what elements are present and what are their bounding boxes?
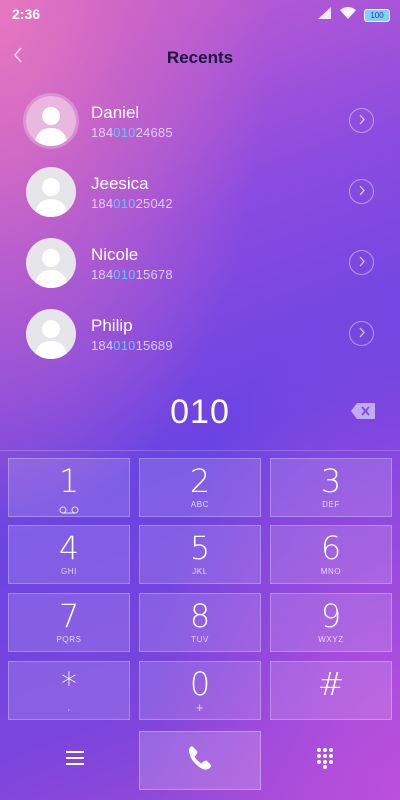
divider xyxy=(0,450,400,451)
contact-number: 18401024685 xyxy=(91,125,173,140)
key-letters: WXYZ xyxy=(318,635,344,644)
key-letters: + xyxy=(195,700,205,715)
number-match: 010 xyxy=(113,267,136,282)
number-prefix: 184 xyxy=(91,338,114,353)
key-letters: DEF xyxy=(322,500,340,509)
contact-name: Daniel xyxy=(91,103,140,122)
avatar xyxy=(26,167,76,217)
page-title: Recents xyxy=(166,48,234,67)
contact-row-nicole[interactable]: Nicole 18401015678 xyxy=(0,230,400,296)
key-hash[interactable]: # xyxy=(270,661,392,720)
status-icons: 100 xyxy=(318,6,390,24)
contact-row-philip[interactable]: Philip 18401015689 xyxy=(0,301,400,367)
chevron-right-icon xyxy=(358,183,366,201)
key-letters: ABC xyxy=(190,500,210,509)
menu-button[interactable] xyxy=(15,730,135,790)
contact-row-jeesica[interactable]: Jeesica 18401025042 xyxy=(0,159,400,225)
backspace-button[interactable] xyxy=(350,402,376,420)
key-letters: PQRS xyxy=(56,635,82,644)
number-prefix: 184 xyxy=(91,125,114,140)
key-digit: 8 xyxy=(189,597,211,635)
bottom-bar xyxy=(0,730,400,790)
dialed-number: 010 xyxy=(170,393,230,431)
key-letters: MNO xyxy=(320,567,342,576)
chevron-right-icon xyxy=(358,254,366,272)
key-digit: 0 xyxy=(189,665,211,703)
key-2[interactable]: 2 ABC xyxy=(139,458,261,517)
header: Recents xyxy=(0,40,400,74)
person-icon xyxy=(34,320,68,359)
chevron-right-icon xyxy=(358,325,366,343)
contact-detail-button[interactable] xyxy=(349,250,374,275)
person-icon xyxy=(34,107,68,146)
number-suffix: 15689 xyxy=(135,338,173,353)
voicemail-icon xyxy=(59,501,79,519)
contact-number: 18401015678 xyxy=(91,267,173,282)
phone-icon xyxy=(186,744,214,777)
key-0[interactable]: 0 + xyxy=(139,661,261,720)
number-suffix: 24685 xyxy=(135,125,173,140)
key-digit: 5 xyxy=(189,529,211,567)
contact-detail-button[interactable] xyxy=(349,321,374,346)
battery-indicator: 100 xyxy=(364,8,390,22)
status-time: 2:36 xyxy=(12,6,41,22)
key-5[interactable]: 5 JKL xyxy=(139,525,261,584)
menu-icon xyxy=(66,750,84,770)
key-letters: , xyxy=(67,703,71,712)
chevron-right-icon xyxy=(358,112,366,130)
key-digit: 2 xyxy=(189,462,211,500)
key-digit: 9 xyxy=(320,597,342,635)
avatar xyxy=(26,309,76,359)
key-letters: JKL xyxy=(192,567,208,576)
key-digit: 7 xyxy=(58,597,80,635)
key-digit: 6 xyxy=(320,529,342,567)
dialpad-icon xyxy=(316,747,334,774)
call-button[interactable] xyxy=(139,731,261,790)
person-icon xyxy=(34,249,68,288)
contact-name: Philip xyxy=(91,316,133,335)
number-suffix: 25042 xyxy=(135,196,173,211)
key-9[interactable]: 9 WXYZ xyxy=(270,593,392,652)
key-digit: 4 xyxy=(58,529,80,567)
contact-number: 18401015689 xyxy=(91,338,173,353)
contact-number: 18401025042 xyxy=(91,196,173,211)
avatar xyxy=(26,238,76,288)
backspace-icon xyxy=(350,403,376,424)
contact-detail-button[interactable] xyxy=(349,179,374,204)
signal-icon xyxy=(318,6,332,24)
dial-display: 010 xyxy=(0,385,400,441)
avatar xyxy=(26,96,76,146)
key-6[interactable]: 6 MNO xyxy=(270,525,392,584)
key-3[interactable]: 3 DEF xyxy=(270,458,392,517)
contact-detail-button[interactable] xyxy=(349,108,374,133)
key-letters: TUV xyxy=(191,635,209,644)
key-digit: * xyxy=(61,665,77,703)
contact-name: Jeesica xyxy=(91,174,149,193)
number-prefix: 184 xyxy=(91,267,114,282)
wifi-icon xyxy=(340,6,356,24)
key-digit: # xyxy=(317,665,345,703)
number-suffix: 15678 xyxy=(135,267,173,282)
contact-row-daniel[interactable]: Daniel 18401024685 xyxy=(0,88,400,154)
key-7[interactable]: 7 PQRS xyxy=(8,593,130,652)
key-digit: 3 xyxy=(320,462,342,500)
key-4[interactable]: 4 GHI xyxy=(8,525,130,584)
key-1[interactable]: 1 xyxy=(8,458,130,517)
key-star[interactable]: * , xyxy=(8,661,130,720)
dialpad-toggle-button[interactable] xyxy=(265,730,385,790)
number-match: 010 xyxy=(113,196,136,211)
person-icon xyxy=(34,178,68,217)
keypad: 1 2 ABC 3 DEF 4 GHI 5 JKL 6 MNO 7 PQRS 8… xyxy=(8,458,392,720)
key-8[interactable]: 8 TUV xyxy=(139,593,261,652)
status-bar: 2:36 100 xyxy=(0,0,400,28)
key-letters: GHI xyxy=(60,567,78,576)
key-digit: 1 xyxy=(58,462,80,500)
number-match: 010 xyxy=(113,338,136,353)
number-match: 010 xyxy=(113,125,136,140)
number-prefix: 184 xyxy=(91,196,114,211)
contact-name: Nicole xyxy=(91,245,139,264)
